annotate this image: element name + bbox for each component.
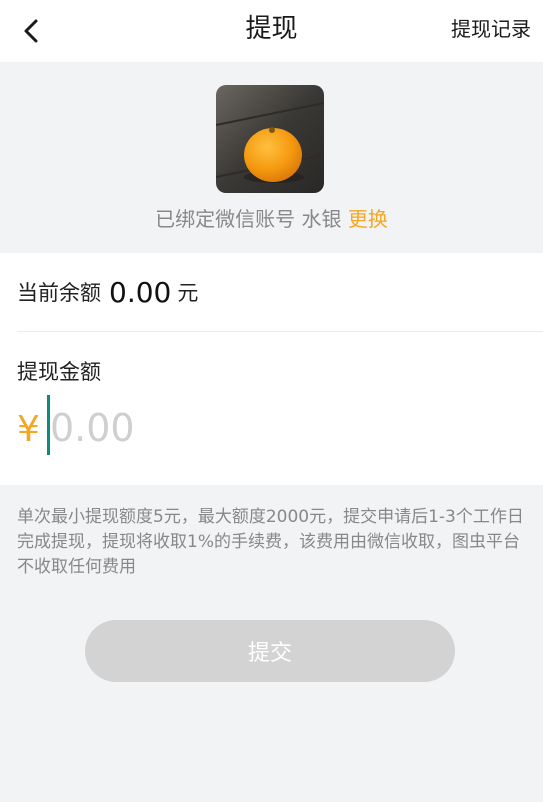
submit-area: 提交 <box>0 615 543 800</box>
avatar-image <box>216 85 324 193</box>
balance-label: 当前余额 <box>17 281 101 305</box>
bound-account-text: 已绑定微信账号 水银 <box>155 207 342 231</box>
balance-row: 当前余额 0.00 元 <box>17 253 543 332</box>
submit-button[interactable]: 提交 <box>85 620 455 682</box>
withdraw-record-link[interactable]: 提现记录 <box>451 15 531 43</box>
change-account-link[interactable]: 更换 <box>348 207 388 231</box>
withdraw-notice: 单次最小提现额度5元，最大额度2000元，提交申请后1-3个工作日完成提现，提现… <box>17 507 524 577</box>
withdraw-card: 当前余额 0.00 元 提现金额 ¥ <box>0 253 543 485</box>
withdraw-amount-input[interactable] <box>50 399 350 457</box>
balance-unit: 元 <box>177 281 199 305</box>
balance-value: 0.00 <box>109 275 172 309</box>
avatar[interactable] <box>216 85 324 193</box>
top-navigation-bar: 提现 提现记录 <box>0 0 543 62</box>
bound-account-line: 已绑定微信账号 水银 更换 <box>0 205 543 233</box>
currency-symbol: ¥ <box>17 409 40 450</box>
account-section: 已绑定微信账号 水银 更换 <box>0 62 543 253</box>
withdraw-amount-label: 提现金额 <box>17 360 101 384</box>
